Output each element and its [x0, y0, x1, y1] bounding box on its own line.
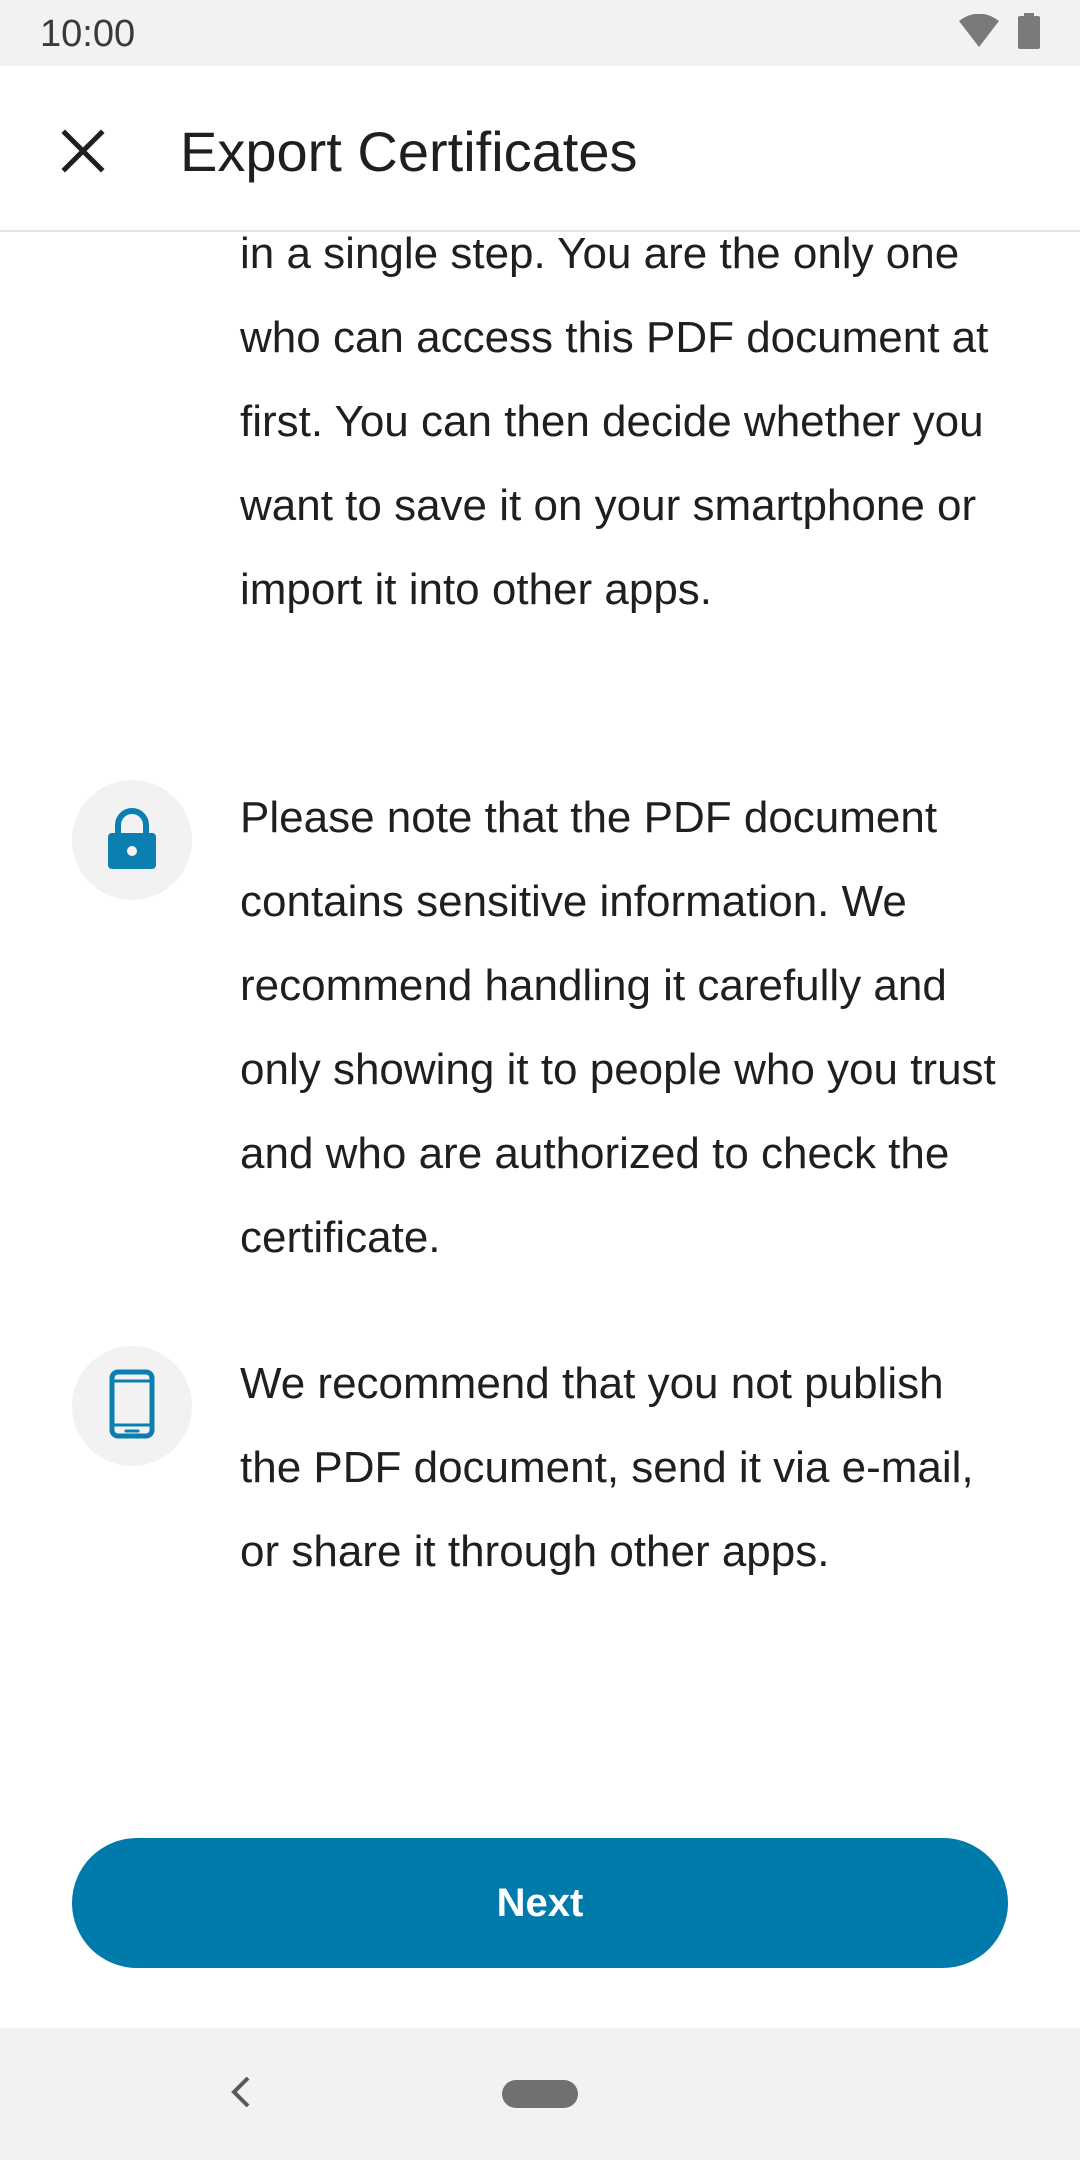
status-bar: 10:00: [0, 0, 1080, 66]
smartphone-icon-badge: [72, 1346, 192, 1466]
wifi-icon: [958, 13, 1000, 53]
close-button[interactable]: [38, 108, 128, 198]
content-scroll-area[interactable]: in a single step. You are the only one w…: [0, 232, 1080, 1772]
close-icon: [59, 127, 107, 180]
back-button[interactable]: [218, 2072, 262, 2116]
status-icons: [958, 12, 1040, 54]
sensitive-info-paragraph: Please note that the PDF document contai…: [240, 793, 996, 1262]
page-title: Export Certificates: [180, 120, 638, 183]
home-pill-icon[interactable]: [502, 2080, 578, 2108]
next-button[interactable]: Next: [72, 1838, 1008, 1968]
back-chevron-icon: [228, 2074, 252, 2115]
intro-paragraph: in a single step. You are the only one w…: [240, 232, 989, 614]
battery-icon: [1018, 12, 1040, 54]
smartphone-icon: [109, 1369, 155, 1444]
status-time: 10:00: [40, 13, 136, 55]
lock-icon-badge: [72, 780, 192, 900]
system-nav-bar: [0, 2028, 1080, 2160]
app-bar: Export Certificates: [0, 66, 1080, 232]
sharing-recommendation-paragraph: We recommend that you not publish the PD…: [240, 1359, 974, 1576]
lock-icon: [106, 807, 158, 874]
